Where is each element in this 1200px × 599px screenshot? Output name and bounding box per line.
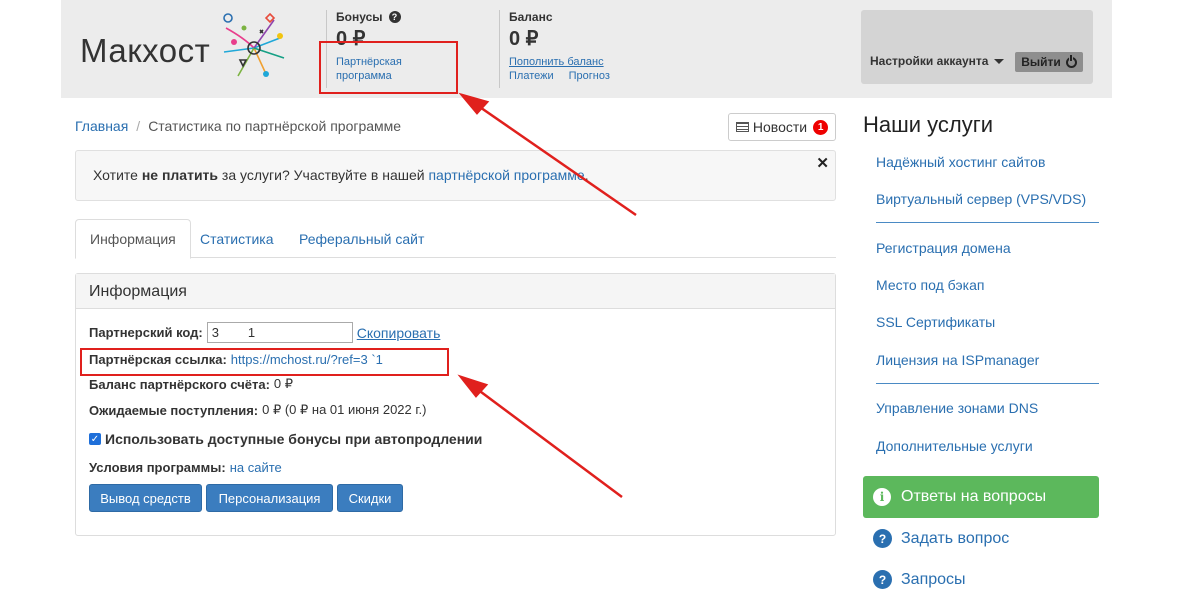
arrow-line	[473, 101, 637, 217]
annotation-arrows	[457, 92, 637, 499]
arrow-line	[472, 384, 623, 499]
